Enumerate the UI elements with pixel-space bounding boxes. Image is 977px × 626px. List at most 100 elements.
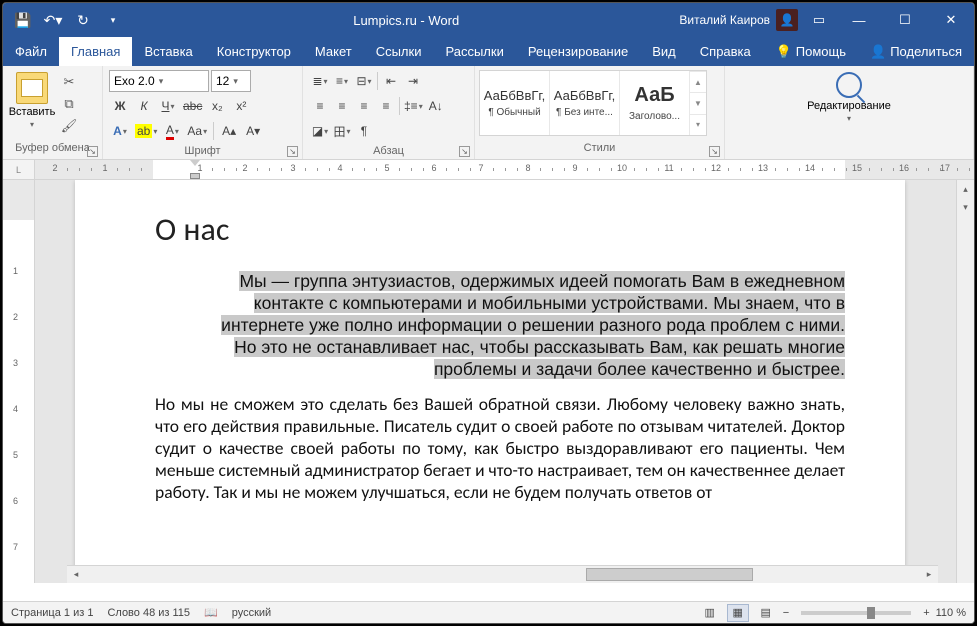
maximize-button[interactable]: ☐ — [882, 3, 928, 37]
clipboard-launcher[interactable]: ↘ — [87, 146, 98, 157]
align-center-button[interactable]: ≡ — [331, 95, 353, 117]
font-size-combo[interactable]: 12▾ — [211, 70, 251, 92]
tab-review[interactable]: Рецензирование — [516, 37, 640, 66]
clipboard-icon — [16, 72, 48, 104]
sort-button[interactable]: A↓ — [425, 95, 447, 117]
hscroll-right-icon[interactable]: ▸ — [920, 566, 938, 583]
bullets-button[interactable]: ≣ — [309, 70, 331, 92]
decrease-indent-button[interactable]: ⇤ — [380, 70, 402, 92]
format-painter-icon[interactable]: 🖌 — [57, 116, 81, 136]
undo-icon[interactable]: ↶▾ — [39, 6, 67, 34]
document-paragraph-1[interactable]: Мы — группа энтузиастов, одержимых идеей… — [155, 271, 845, 380]
user-name[interactable]: Виталий Каиров — [679, 13, 770, 27]
ribbon: Вставить ▾ ✂ ⧉ 🖌 Буфер обмена↘ Exo 2.0▾ … — [3, 66, 974, 160]
strike-button[interactable]: abc — [181, 95, 204, 117]
tab-mailings[interactable]: Рассылки — [433, 37, 515, 66]
status-words[interactable]: Слово 48 из 115 — [107, 607, 190, 619]
grow-font-button[interactable]: A▴ — [218, 120, 240, 142]
highlight-button[interactable]: ab — [133, 120, 159, 142]
horizontal-ruler[interactable]: 211234567891011121314151617 — [35, 160, 974, 179]
bold-button[interactable]: Ж — [109, 95, 131, 117]
align-right-button[interactable]: ≡ — [353, 95, 375, 117]
tab-help[interactable]: Справка — [688, 37, 763, 66]
text-effects-button[interactable]: A — [109, 120, 131, 142]
status-bar: Страница 1 из 1 Слово 48 из 115 📖 русски… — [3, 601, 974, 623]
horizontal-scrollbar[interactable]: ◂ ▸ — [67, 565, 938, 583]
view-web-icon[interactable]: ▤ — [755, 604, 777, 622]
change-case-button[interactable]: Aa — [185, 120, 209, 142]
style-gallery[interactable]: АаБбВвГг, ¶ Обычный АаБбВвГг, ¶ Без инте… — [479, 70, 707, 136]
close-button[interactable]: ✕ — [928, 3, 974, 37]
vscroll-down-icon[interactable]: ▾ — [957, 198, 974, 216]
shading-button[interactable]: ◪ — [309, 120, 331, 142]
subscript-button[interactable]: x₂ — [206, 95, 228, 117]
vscroll-up-icon[interactable]: ▴ — [957, 180, 974, 198]
spellcheck-icon[interactable]: 📖 — [204, 606, 218, 619]
redo-icon[interactable]: ↻ — [69, 6, 97, 34]
multilevel-button[interactable]: ⊟ — [353, 70, 375, 92]
tab-view[interactable]: Вид — [640, 37, 688, 66]
minimize-button[interactable]: — — [836, 3, 882, 37]
borders-button[interactable]: 田 — [331, 120, 353, 142]
status-page[interactable]: Страница 1 из 1 — [11, 607, 93, 619]
style-heading[interactable]: АаБ Заголово... — [620, 71, 690, 135]
increase-indent-button[interactable]: ⇥ — [402, 70, 424, 92]
group-editing: Редактирование ▾ — [725, 66, 974, 159]
style-more-icon[interactable]: ▾ — [690, 114, 706, 135]
save-icon[interactable]: 💾 — [9, 6, 37, 34]
style-down-icon[interactable]: ▼ — [690, 92, 706, 113]
shrink-font-button[interactable]: A▾ — [242, 120, 264, 142]
document-paragraph-2[interactable]: Но мы не сможем это сделать без Вашей об… — [155, 394, 845, 503]
copy-icon[interactable]: ⧉ — [57, 94, 81, 114]
zoom-out-button[interactable]: − — [783, 607, 789, 619]
zoom-in-button[interactable]: + — [923, 607, 929, 619]
editing-button[interactable]: Редактирование ▾ — [801, 70, 897, 123]
ribbon-options-icon[interactable]: ▭ — [802, 3, 836, 37]
numbering-button[interactable]: ≡ — [331, 70, 353, 92]
status-language[interactable]: русский — [232, 607, 271, 619]
line-spacing-button[interactable]: ‡≡ — [402, 95, 425, 117]
window-title: Lumpics.ru - Word — [133, 13, 679, 28]
italic-button[interactable]: К — [133, 95, 155, 117]
paste-button[interactable]: Вставить ▾ — [9, 70, 55, 129]
zoom-level[interactable]: 110 % — [936, 607, 966, 619]
share-button[interactable]: 👤Поделиться — [858, 37, 974, 66]
superscript-button[interactable]: x² — [230, 95, 252, 117]
underline-button[interactable]: Ч — [157, 95, 179, 117]
tab-insert[interactable]: Вставка — [132, 37, 204, 66]
first-line-indent-marker[interactable] — [190, 160, 200, 166]
font-launcher[interactable]: ↘ — [287, 146, 298, 157]
tab-design[interactable]: Конструктор — [205, 37, 303, 66]
show-marks-button[interactable]: ¶ — [353, 120, 375, 142]
view-print-icon[interactable]: ▦ — [727, 604, 749, 622]
style-normal[interactable]: АаБбВвГг, ¶ Обычный — [480, 71, 550, 135]
align-left-button[interactable]: ≡ — [309, 95, 331, 117]
font-color-button[interactable]: A — [161, 120, 183, 142]
horizontal-ruler-row: L 211234567891011121314151617 — [3, 160, 974, 180]
tab-layout[interactable]: Макет — [303, 37, 364, 66]
tab-home[interactable]: Главная — [59, 37, 132, 66]
vertical-ruler[interactable]: 1234567 — [3, 180, 35, 583]
hscroll-thumb[interactable] — [586, 568, 753, 581]
qat-customize-icon[interactable]: ▾ — [99, 6, 127, 34]
group-label-clipboard: Буфер обмена — [15, 142, 90, 154]
vertical-scrollbar[interactable]: ▴ ▾ — [956, 180, 974, 583]
page[interactable]: О нас Мы — группа энтузиастов, одержимых… — [75, 180, 905, 583]
document-heading[interactable]: О нас — [155, 210, 845, 249]
tab-references[interactable]: Ссылки — [364, 37, 434, 66]
zoom-slider[interactable] — [801, 611, 911, 615]
tab-file[interactable]: Файл — [3, 37, 59, 66]
styles-launcher[interactable]: ↘ — [709, 146, 720, 157]
style-no-spacing[interactable]: АаБбВвГг, ¶ Без инте... — [550, 71, 620, 135]
cut-icon[interactable]: ✂ — [57, 72, 81, 92]
view-read-icon[interactable]: ▥ — [699, 604, 721, 622]
hscroll-left-icon[interactable]: ◂ — [67, 566, 85, 583]
font-name-combo[interactable]: Exo 2.0▾ — [109, 70, 209, 92]
ruler-corner[interactable]: L — [3, 160, 35, 179]
left-indent-marker[interactable] — [190, 173, 200, 179]
style-up-icon[interactable]: ▲ — [690, 71, 706, 92]
tell-me[interactable]: 💡Помощь — [764, 37, 858, 66]
avatar[interactable]: 👤 — [776, 9, 798, 31]
justify-button[interactable]: ≡ — [375, 95, 397, 117]
paragraph-launcher[interactable]: ↘ — [459, 146, 470, 157]
